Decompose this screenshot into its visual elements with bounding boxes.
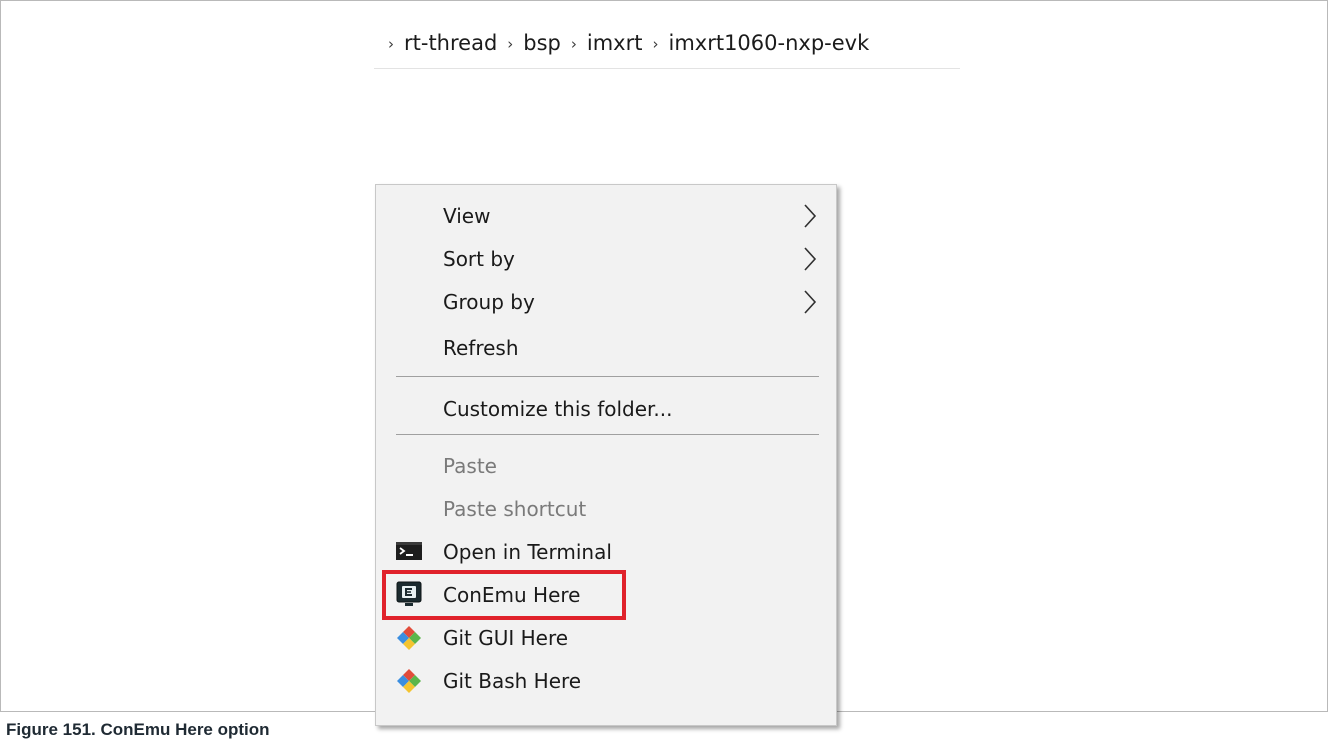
menu-item-refresh[interactable]: Refresh xyxy=(376,327,836,369)
menu-item-label: Paste shortcut xyxy=(443,497,587,521)
menu-item-label: Git GUI Here xyxy=(443,626,569,650)
breadcrumb-item-imxrt1060-nxp-evk[interactable]: imxrt1060-nxp-evk xyxy=(668,31,869,55)
menu-item-label: Group by xyxy=(443,290,535,314)
breadcrumb-item-bsp[interactable]: bsp xyxy=(523,31,561,55)
breadcrumb-item-rt-thread[interactable]: rt-thread xyxy=(404,31,497,55)
context-menu: View Sort by Group by Refresh Customize … xyxy=(375,184,837,726)
conemu-highlight-box xyxy=(382,570,626,620)
menu-item-label: Git Bash Here xyxy=(443,669,582,693)
chevron-right-icon xyxy=(804,204,817,228)
chevron-right-icon xyxy=(804,247,817,271)
menu-item-view[interactable]: View xyxy=(376,195,836,237)
menu-item-git-bash-here[interactable]: Git Bash Here xyxy=(376,660,836,702)
menu-item-paste: Paste xyxy=(376,445,836,487)
menu-item-label: Open in Terminal xyxy=(443,540,612,564)
breadcrumb-separator: › xyxy=(652,35,659,53)
figure-caption: Figure 151. ConEmu Here option xyxy=(6,720,270,739)
chevron-right-icon xyxy=(804,290,817,314)
breadcrumb-underline xyxy=(374,68,960,69)
menu-item-group-by[interactable]: Group by xyxy=(376,281,836,323)
git-gui-icon xyxy=(397,626,421,650)
menu-item-sort-by[interactable]: Sort by xyxy=(376,238,836,280)
menu-divider xyxy=(396,376,819,377)
menu-item-label: Refresh xyxy=(443,336,519,360)
figure-frame: › rt-thread › bsp › imxrt › imxrt1060-nx… xyxy=(0,0,1328,726)
breadcrumb-item-imxrt[interactable]: imxrt xyxy=(587,31,643,55)
git-bash-icon xyxy=(397,669,421,693)
menu-item-label: Paste xyxy=(443,454,497,478)
menu-item-paste-shortcut: Paste shortcut xyxy=(376,488,836,530)
terminal-icon xyxy=(396,542,422,560)
menu-divider xyxy=(396,434,819,435)
menu-item-label: View xyxy=(443,204,491,228)
menu-item-label: Customize this folder... xyxy=(443,397,673,421)
menu-item-open-in-terminal[interactable]: Open in Terminal xyxy=(376,531,836,573)
breadcrumb-separator: › xyxy=(507,35,514,53)
breadcrumb: › rt-thread › bsp › imxrt › imxrt1060-nx… xyxy=(388,25,869,61)
menu-item-git-gui-here[interactable]: Git GUI Here xyxy=(376,617,836,659)
breadcrumb-separator: › xyxy=(570,35,577,53)
menu-item-customize-folder[interactable]: Customize this folder... xyxy=(376,388,836,430)
breadcrumb-separator: › xyxy=(388,35,394,53)
menu-item-label: Sort by xyxy=(443,247,515,271)
